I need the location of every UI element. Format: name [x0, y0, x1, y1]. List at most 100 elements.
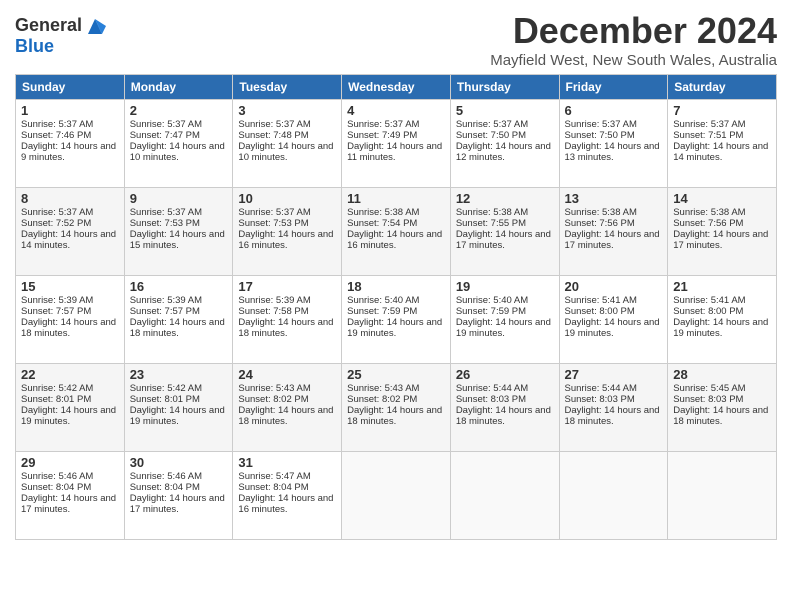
day-number: 9	[130, 191, 228, 206]
daylight: Daylight: 14 hours and 17 minutes.	[565, 229, 660, 251]
day-cell: 4 Sunrise: 5:37 AM Sunset: 7:49 PM Dayli…	[342, 100, 451, 188]
daylight: Daylight: 14 hours and 19 minutes.	[21, 405, 116, 427]
daylight: Daylight: 14 hours and 16 minutes.	[238, 493, 333, 515]
day-cell: 3 Sunrise: 5:37 AM Sunset: 7:48 PM Dayli…	[233, 100, 342, 188]
day-cell: 31 Sunrise: 5:47 AM Sunset: 8:04 PM Dayl…	[233, 452, 342, 540]
day-cell: 2 Sunrise: 5:37 AM Sunset: 7:47 PM Dayli…	[124, 100, 233, 188]
sunrise: Sunrise: 5:44 AM	[456, 383, 528, 394]
day-cell: 26 Sunrise: 5:44 AM Sunset: 8:03 PM Dayl…	[450, 364, 559, 452]
sunset: Sunset: 8:04 PM	[238, 482, 308, 493]
sunrise: Sunrise: 5:46 AM	[130, 471, 202, 482]
day-number: 27	[565, 367, 663, 382]
day-number: 29	[21, 455, 119, 470]
sunset: Sunset: 7:50 PM	[565, 130, 635, 141]
sunrise: Sunrise: 5:39 AM	[130, 295, 202, 306]
day-number: 3	[238, 103, 336, 118]
daylight: Daylight: 14 hours and 18 minutes.	[456, 405, 551, 427]
daylight: Daylight: 14 hours and 18 minutes.	[673, 405, 768, 427]
day-cell: 8 Sunrise: 5:37 AM Sunset: 7:52 PM Dayli…	[16, 188, 125, 276]
empty-cell	[450, 452, 559, 540]
col-wednesday: Wednesday	[342, 75, 451, 100]
sunrise: Sunrise: 5:37 AM	[238, 119, 310, 130]
sunset: Sunset: 8:02 PM	[347, 394, 417, 405]
day-number: 19	[456, 279, 554, 294]
sunrise: Sunrise: 5:37 AM	[673, 119, 745, 130]
sunset: Sunset: 7:47 PM	[130, 130, 200, 141]
sunset: Sunset: 7:48 PM	[238, 130, 308, 141]
sunrise: Sunrise: 5:38 AM	[456, 207, 528, 218]
daylight: Daylight: 14 hours and 10 minutes.	[238, 141, 333, 163]
sunset: Sunset: 7:53 PM	[130, 218, 200, 229]
day-cell: 27 Sunrise: 5:44 AM Sunset: 8:03 PM Dayl…	[559, 364, 668, 452]
sunset: Sunset: 8:04 PM	[130, 482, 200, 493]
sunrise: Sunrise: 5:40 AM	[347, 295, 419, 306]
daylight: Daylight: 14 hours and 16 minutes.	[238, 229, 333, 251]
sunset: Sunset: 7:57 PM	[130, 306, 200, 317]
calendar-row: 1 Sunrise: 5:37 AM Sunset: 7:46 PM Dayli…	[16, 100, 777, 188]
day-number: 24	[238, 367, 336, 382]
day-number: 12	[456, 191, 554, 206]
sunrise: Sunrise: 5:37 AM	[130, 119, 202, 130]
sunrise: Sunrise: 5:39 AM	[238, 295, 310, 306]
sunset: Sunset: 7:50 PM	[456, 130, 526, 141]
day-number: 25	[347, 367, 445, 382]
day-cell: 5 Sunrise: 5:37 AM Sunset: 7:50 PM Dayli…	[450, 100, 559, 188]
day-number: 5	[456, 103, 554, 118]
sunrise: Sunrise: 5:37 AM	[130, 207, 202, 218]
sunset: Sunset: 8:02 PM	[238, 394, 308, 405]
day-cell: 6 Sunrise: 5:37 AM Sunset: 7:50 PM Dayli…	[559, 100, 668, 188]
daylight: Daylight: 14 hours and 9 minutes.	[21, 141, 116, 163]
daylight: Daylight: 14 hours and 17 minutes.	[21, 493, 116, 515]
day-number: 1	[21, 103, 119, 118]
col-thursday: Thursday	[450, 75, 559, 100]
sunrise: Sunrise: 5:41 AM	[565, 295, 637, 306]
sunrise: Sunrise: 5:44 AM	[565, 383, 637, 394]
day-number: 11	[347, 191, 445, 206]
day-cell: 10 Sunrise: 5:37 AM Sunset: 7:53 PM Dayl…	[233, 188, 342, 276]
day-cell: 25 Sunrise: 5:43 AM Sunset: 8:02 PM Dayl…	[342, 364, 451, 452]
day-number: 28	[673, 367, 771, 382]
sunset: Sunset: 7:55 PM	[456, 218, 526, 229]
sunrise: Sunrise: 5:43 AM	[238, 383, 310, 394]
day-cell: 9 Sunrise: 5:37 AM Sunset: 7:53 PM Dayli…	[124, 188, 233, 276]
day-number: 15	[21, 279, 119, 294]
sunset: Sunset: 8:01 PM	[130, 394, 200, 405]
day-cell: 16 Sunrise: 5:39 AM Sunset: 7:57 PM Dayl…	[124, 276, 233, 364]
daylight: Daylight: 14 hours and 18 minutes.	[565, 405, 660, 427]
col-monday: Monday	[124, 75, 233, 100]
header: General Blue December 2024 Mayfield West…	[15, 10, 777, 69]
col-friday: Friday	[559, 75, 668, 100]
daylight: Daylight: 14 hours and 19 minutes.	[347, 317, 442, 339]
day-cell: 21 Sunrise: 5:41 AM Sunset: 8:00 PM Dayl…	[668, 276, 777, 364]
day-number: 20	[565, 279, 663, 294]
sunset: Sunset: 7:53 PM	[238, 218, 308, 229]
day-number: 4	[347, 103, 445, 118]
day-number: 13	[565, 191, 663, 206]
day-cell: 30 Sunrise: 5:46 AM Sunset: 8:04 PM Dayl…	[124, 452, 233, 540]
logo-blue-text: Blue	[15, 36, 106, 57]
col-sunday: Sunday	[16, 75, 125, 100]
day-cell: 15 Sunrise: 5:39 AM Sunset: 7:57 PM Dayl…	[16, 276, 125, 364]
month-title: December 2024	[490, 10, 777, 52]
day-cell: 11 Sunrise: 5:38 AM Sunset: 7:54 PM Dayl…	[342, 188, 451, 276]
location: Mayfield West, New South Wales, Australi…	[490, 52, 777, 69]
daylight: Daylight: 14 hours and 19 minutes.	[130, 405, 225, 427]
day-cell: 14 Sunrise: 5:38 AM Sunset: 7:56 PM Dayl…	[668, 188, 777, 276]
daylight: Daylight: 14 hours and 11 minutes.	[347, 141, 442, 163]
empty-cell	[668, 452, 777, 540]
sunset: Sunset: 7:54 PM	[347, 218, 417, 229]
calendar-row: 22 Sunrise: 5:42 AM Sunset: 8:01 PM Dayl…	[16, 364, 777, 452]
day-cell: 23 Sunrise: 5:42 AM Sunset: 8:01 PM Dayl…	[124, 364, 233, 452]
sunrise: Sunrise: 5:41 AM	[673, 295, 745, 306]
day-number: 10	[238, 191, 336, 206]
empty-cell	[342, 452, 451, 540]
sunrise: Sunrise: 5:42 AM	[130, 383, 202, 394]
calendar-row: 15 Sunrise: 5:39 AM Sunset: 7:57 PM Dayl…	[16, 276, 777, 364]
day-number: 31	[238, 455, 336, 470]
daylight: Daylight: 14 hours and 18 minutes.	[238, 405, 333, 427]
sunrise: Sunrise: 5:38 AM	[565, 207, 637, 218]
daylight: Daylight: 14 hours and 10 minutes.	[130, 141, 225, 163]
sunset: Sunset: 8:03 PM	[456, 394, 526, 405]
logo-general-text: General	[15, 15, 82, 36]
day-cell: 13 Sunrise: 5:38 AM Sunset: 7:56 PM Dayl…	[559, 188, 668, 276]
